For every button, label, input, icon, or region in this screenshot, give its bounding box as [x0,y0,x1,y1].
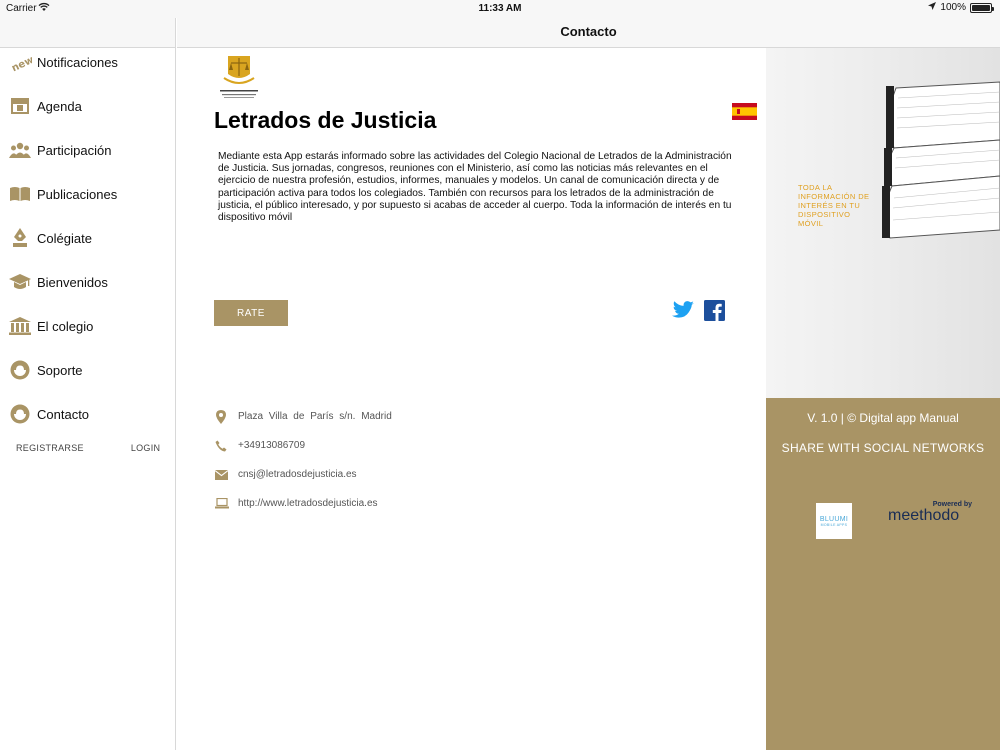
contact-phone-row[interactable]: +34913086709 [215,431,392,460]
contact-email: cnsj@letradosdejusticia.es [238,469,357,480]
meethodo-name: meethodo [888,507,960,524]
meethodo-logo[interactable]: Powered by meethodo [888,501,974,524]
sidebar-item-agenda[interactable]: Agenda [0,84,176,128]
sidebar-item-contacto[interactable]: Contacto [0,392,176,436]
battery-percent: 100% [940,2,966,13]
battery-fill [972,4,990,11]
building-columns-icon [0,304,37,348]
promo-text: TODA LA INFORMACIÓN DE INTERÉS EN TU DIS… [798,183,870,228]
new-badge-icon: new [0,40,37,84]
sidebar-menu: new Notificaciones Agenda Participación … [0,40,176,436]
version-label: V. 1.0 | © Digital app Manual [807,411,959,425]
bluumi-subtitle: MOBILE APPS [820,522,848,527]
sidebar-item-label: Soporte [37,362,83,378]
sidebar-item-label: Publicaciones [37,186,118,202]
calendar-icon [0,84,37,128]
twitter-icon[interactable] [672,300,694,326]
sidebar-item-notificaciones[interactable]: new Notificaciones [0,40,176,84]
login-link[interactable]: LOGIN [131,443,161,453]
contact-list: Plaza Villa de París s/n. Madrid +349130… [215,402,392,518]
bluumi-logo[interactable]: BLUUMI MOBILE APPS [816,503,852,539]
open-book-icon [0,172,37,216]
institution-logo [214,52,264,102]
contact-address-row[interactable]: Plaza Villa de París s/n. Madrid [215,402,392,431]
contact-agent-icon [0,392,37,436]
sidebar-item-label: Participación [37,142,112,158]
facebook-icon[interactable] [704,300,725,326]
contact-website: http://www.letradosdejusticia.es [238,498,378,509]
info-panel: V. 1.0 | © Digital app Manual SHARE WITH… [766,398,1000,750]
app-heading: Letrados de Justicia [214,107,437,133]
pen-nib-icon [0,216,37,260]
share-social-label[interactable]: SHARE WITH SOCIAL NETWORKS [766,441,1000,455]
support-agent-icon [0,348,37,392]
status-bar: Carrier 11:33 AM 100% [0,0,1000,18]
phone-icon [215,440,238,452]
bluumi-name: BLUUMI [819,515,849,523]
contact-address: Plaza Villa de París s/n. Madrid [238,411,392,422]
sidebar-item-label: Colégiate [37,230,92,246]
sidebar: new Notificaciones Agenda Participación … [0,18,176,750]
people-icon [0,128,37,172]
sidebar-item-soporte[interactable]: Soporte [0,348,176,392]
page-title: Contacto [560,24,617,39]
graduation-cap-icon [0,260,37,304]
sidebar-item-el-colegio[interactable]: El colegio [0,304,176,348]
contact-web-row[interactable]: http://www.letradosdejusticia.es [215,489,392,518]
sidebar-item-label: El colegio [37,318,94,334]
battery-icon [970,2,994,13]
promo-banner: TODA LA INFORMACIÓN DE INTERÉS EN TU DIS… [766,48,1000,398]
sidebar-item-label: Notificaciones [37,54,118,70]
envelope-icon [215,469,238,480]
social-links [672,300,725,326]
location-arrow-icon [928,2,937,13]
spain-flag-icon[interactable] [732,103,757,120]
sidebar-item-participacion[interactable]: Participación [0,128,176,172]
main-content: Letrados de Justicia Mediante esta App e… [177,48,766,750]
laptop-icon [215,498,238,509]
sidebar-item-label: Bienvenidos [37,274,108,290]
rate-button[interactable]: RATE [214,300,288,326]
map-pin-icon [215,409,238,424]
app-description: Mediante esta App estarás informado sobr… [218,151,732,224]
register-link[interactable]: REGISTRARSE [16,443,84,453]
sidebar-item-bienvenidos[interactable]: Bienvenidos [0,260,176,304]
svg-text:new: new [10,55,32,72]
auth-links: REGISTRARSE LOGIN [0,443,176,453]
sidebar-item-publicaciones[interactable]: Publicaciones [0,172,176,216]
clock: 11:33 AM [478,3,522,14]
sidebar-item-colegiate[interactable]: Colégiate [0,216,176,260]
sidebar-item-label: Agenda [37,98,82,114]
contact-phone: +34913086709 [238,440,306,451]
sidebar-item-label: Contacto [37,406,90,422]
navigation-bar: Contacto [177,18,1000,48]
contact-email-row[interactable]: cnsj@letradosdejusticia.es [215,460,392,489]
